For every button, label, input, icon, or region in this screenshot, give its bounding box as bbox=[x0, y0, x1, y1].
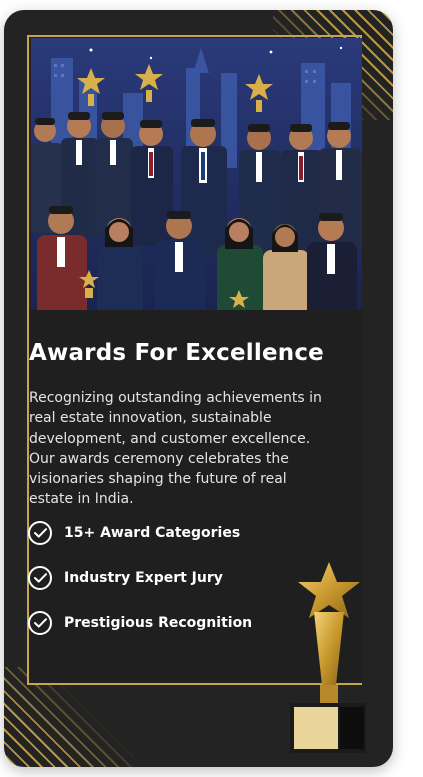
list-item: Industry Expert Jury bbox=[28, 565, 252, 591]
page-title: Awards For Excellence bbox=[29, 340, 324, 366]
award-description: Recognizing outstanding achievements in … bbox=[29, 390, 322, 508]
feature-label: 15+ Award Categories bbox=[64, 525, 241, 541]
award-winners-photo bbox=[31, 38, 362, 310]
check-circle-icon bbox=[28, 611, 52, 635]
feature-label: Prestigious Recognition bbox=[64, 615, 253, 631]
feature-list: 15+ Award Categories Industry Expert Jur… bbox=[28, 520, 252, 655]
list-item: Prestigious Recognition bbox=[28, 610, 252, 636]
feature-label: Industry Expert Jury bbox=[64, 570, 223, 586]
list-item: 15+ Award Categories bbox=[28, 520, 252, 546]
check-circle-icon bbox=[28, 566, 52, 590]
gold-star-trophy-icon bbox=[290, 562, 366, 753]
check-circle-icon bbox=[28, 521, 52, 545]
